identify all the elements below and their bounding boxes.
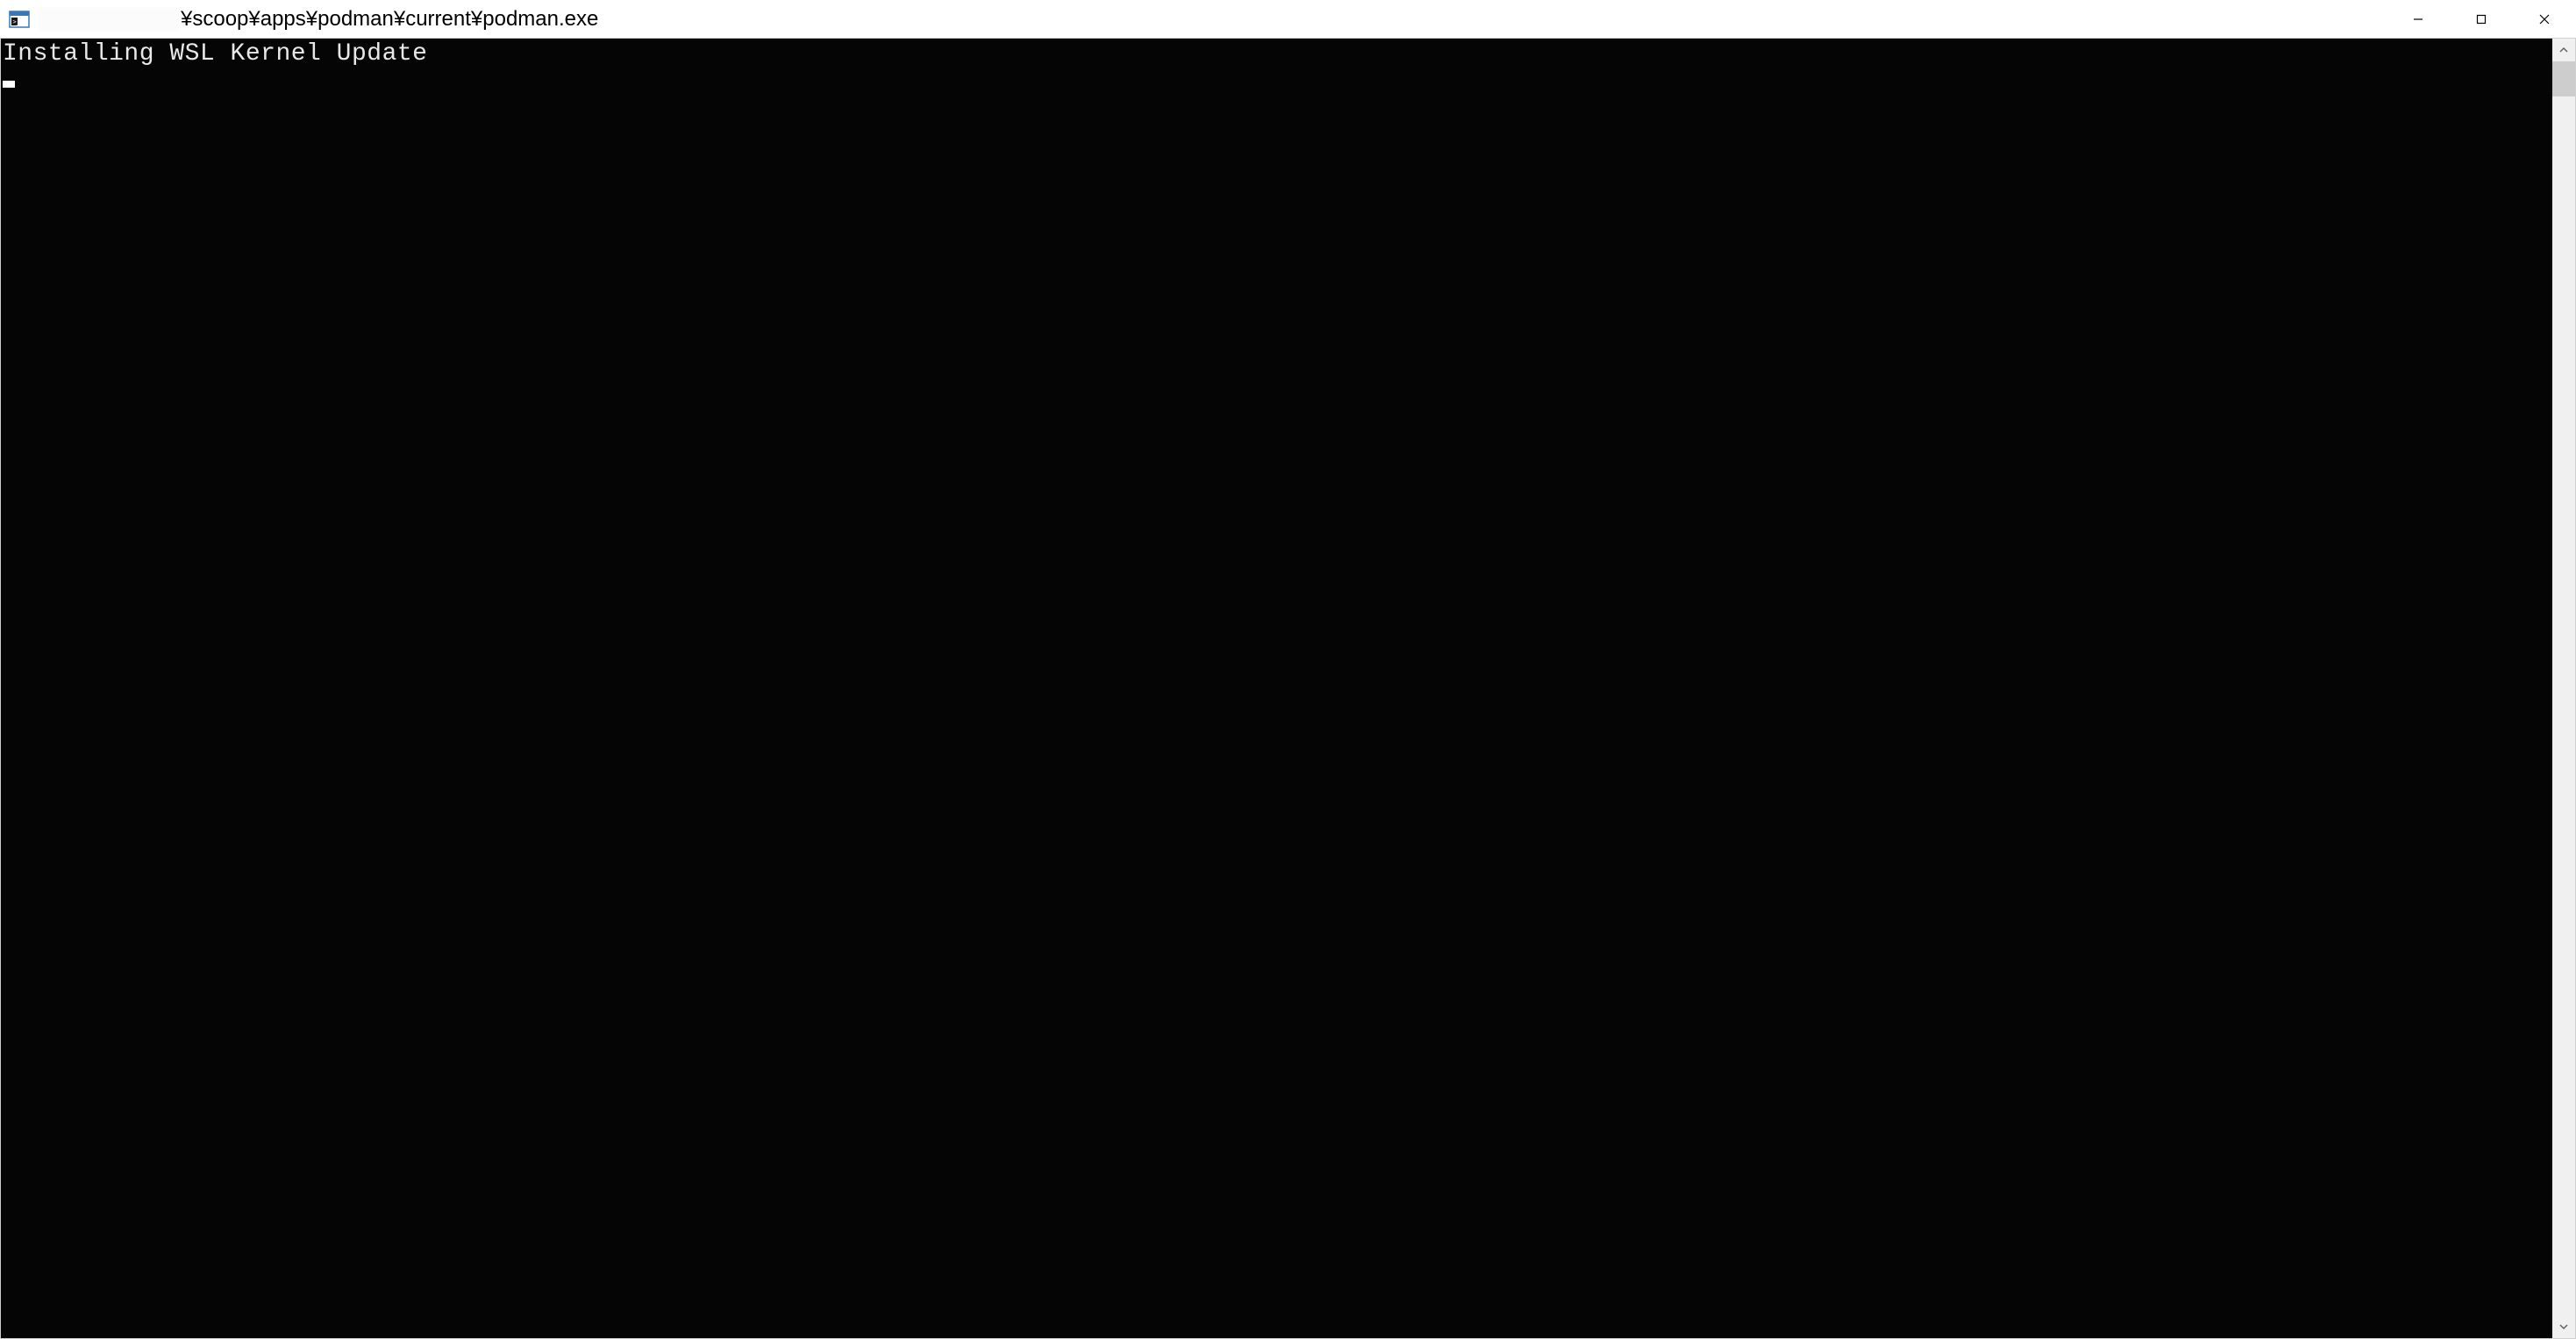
close-icon [2538,13,2551,25]
minimize-icon [2412,13,2424,25]
vertical-scrollbar[interactable] [2552,39,2575,1338]
window-title: ¥scoop¥apps¥podman¥current¥podman.exe [39,7,2387,32]
terminal-cursor-line [3,68,2551,96]
close-button[interactable] [2513,0,2576,38]
console-icon: >_ [9,9,30,30]
terminal-line: Installing WSL Kernel Update [3,40,2551,68]
chevron-up-icon [2558,45,2569,55]
terminal-cursor [3,81,15,88]
title-redacted-segment [39,7,179,32]
scroll-down-button[interactable] [2552,1315,2575,1338]
maximize-icon [2475,13,2487,25]
scroll-thumb[interactable] [2552,61,2575,96]
maximize-button[interactable] [2450,0,2513,38]
window-controls [2387,0,2576,38]
scroll-track[interactable] [2552,61,2575,1315]
content-area: Installing WSL Kernel Update [0,39,2576,1339]
title-bar[interactable]: >_ ¥scoop¥apps¥podman¥current¥podman.exe [0,0,2576,39]
chevron-down-icon [2558,1321,2569,1332]
minimize-button[interactable] [2387,0,2450,38]
window-title-path: ¥scoop¥apps¥podman¥current¥podman.exe [181,7,598,32]
svg-text:>_: >_ [13,18,21,25]
scroll-up-button[interactable] [2552,39,2575,61]
terminal-output[interactable]: Installing WSL Kernel Update [1,39,2552,1338]
